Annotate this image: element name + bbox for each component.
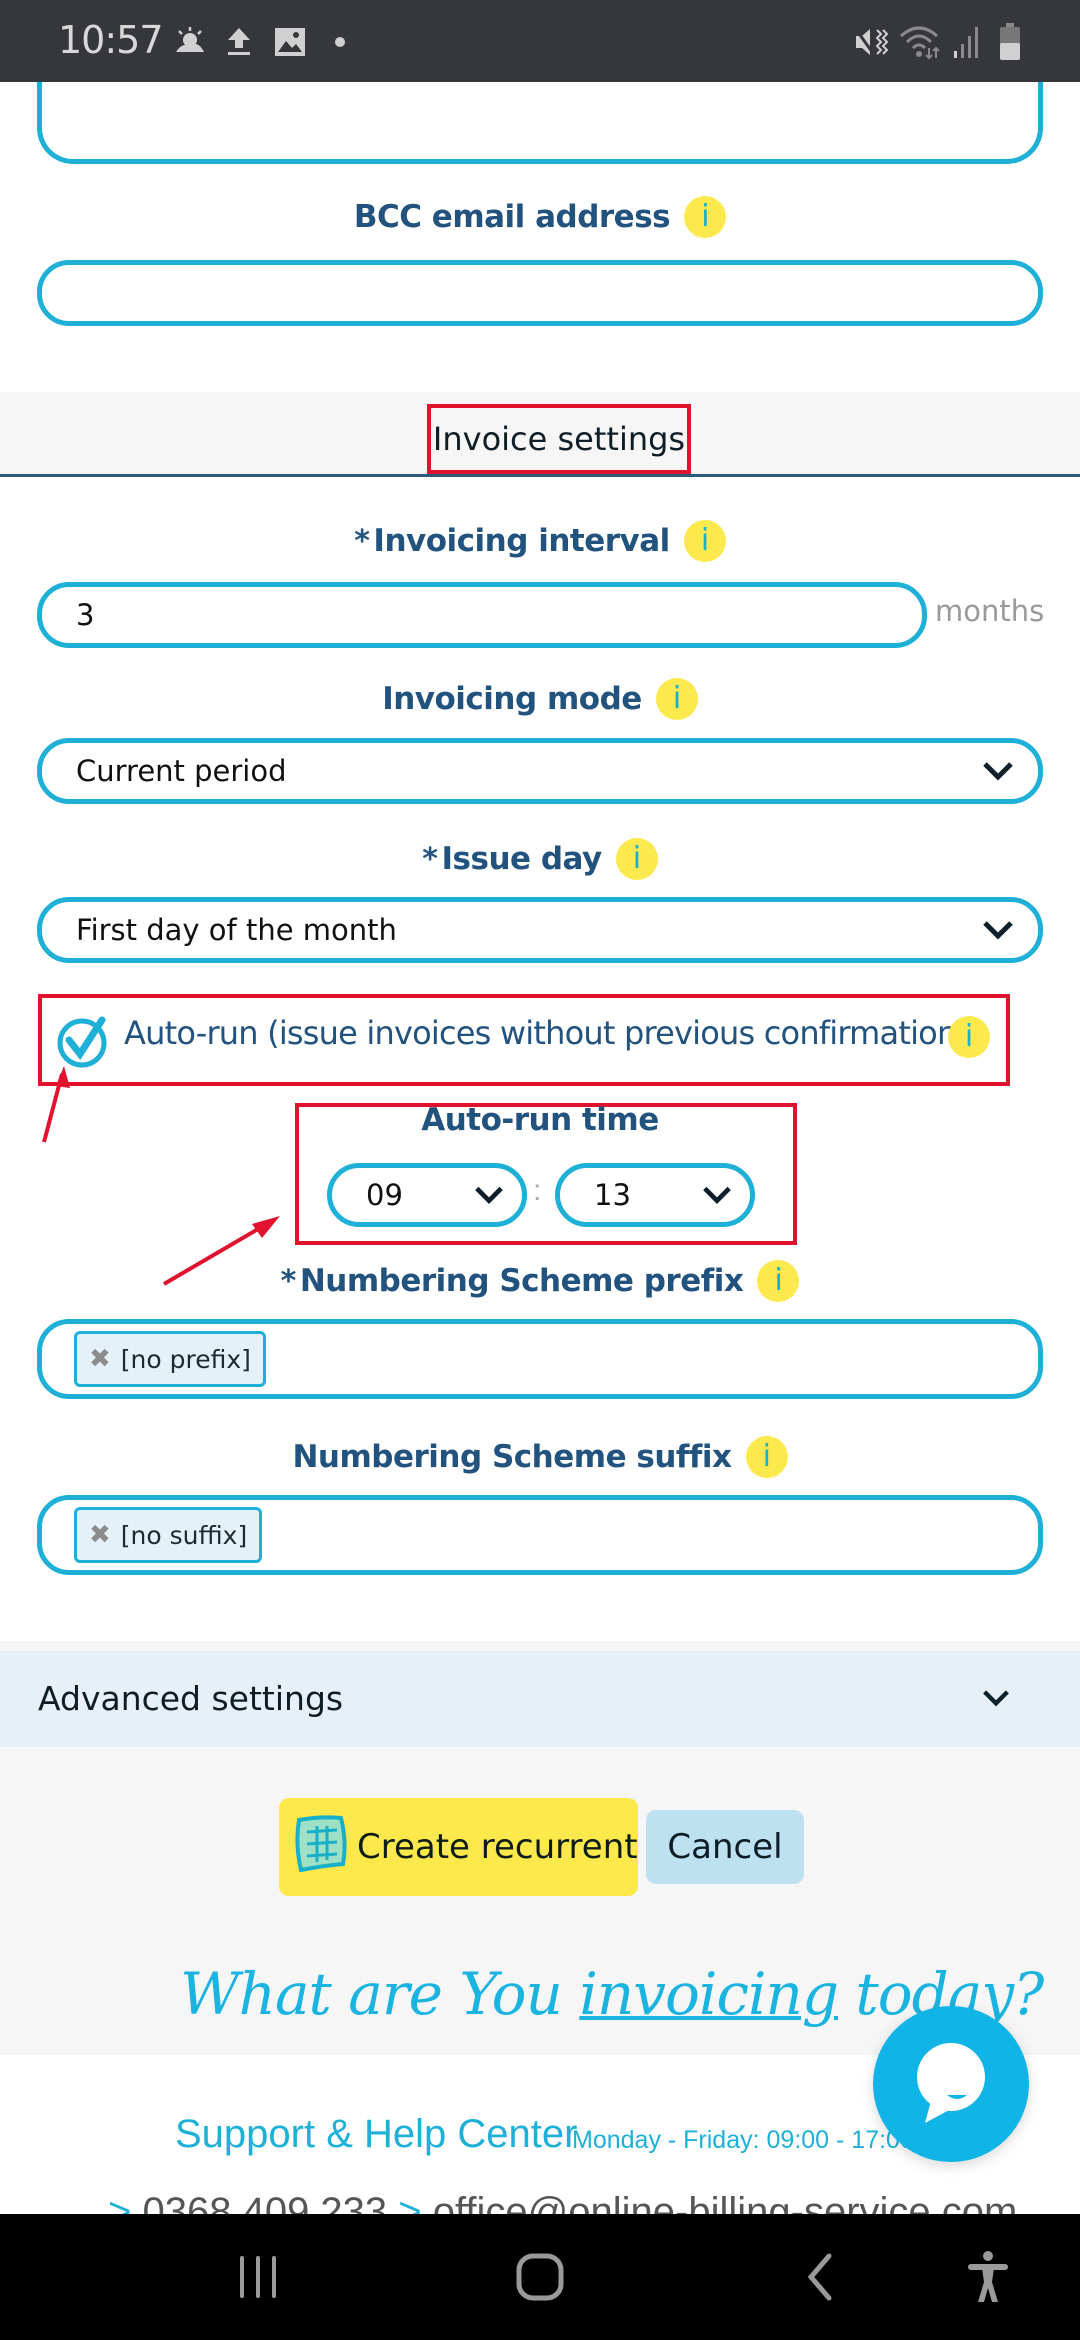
- auto-run-checkbox[interactable]: [56, 1012, 110, 1070]
- auto-run-hour-select[interactable]: 09: [327, 1163, 527, 1227]
- interval-unit: months: [935, 594, 1045, 628]
- bcc-email-label: BCC email address i: [0, 196, 1080, 238]
- info-icon[interactable]: i: [683, 520, 726, 562]
- cancel-button[interactable]: Cancel: [646, 1810, 804, 1884]
- chevron-down-icon: [702, 1178, 732, 1212]
- create-recurrent-button[interactable]: Create recurrent: [279, 1798, 638, 1896]
- info-icon[interactable]: i: [684, 196, 727, 238]
- prefix-tag: ✖ [no prefix]: [74, 1331, 266, 1387]
- phone-link[interactable]: 0368 409 233: [142, 2190, 387, 2214]
- weather-icon: [170, 24, 210, 60]
- chevron-down-icon: [982, 754, 1014, 788]
- page-content: BCC email address i Invoice settings * I…: [0, 82, 1080, 2214]
- invoicing-interval-input[interactable]: 3: [37, 582, 927, 648]
- invoicing-mode-label: Invoicing mode i: [0, 678, 1080, 720]
- invoicing-interval-label: * Invoicing interval i: [0, 520, 1080, 562]
- recent-apps-button[interactable]: [228, 2244, 288, 2310]
- section-divider: [0, 474, 1080, 477]
- issue-day-label: * Issue day i: [0, 838, 1080, 880]
- invoice-settings-header: Invoice settings: [0, 392, 1080, 477]
- required-marker: *: [354, 523, 370, 559]
- numbering-prefix-input[interactable]: ✖ [no prefix]: [37, 1319, 1043, 1399]
- recurrent-invoice-icon: [293, 1814, 349, 1881]
- issue-day-select[interactable]: First day of the month: [37, 897, 1043, 963]
- battery-icon: [996, 23, 1024, 60]
- wifi-icon: [898, 24, 942, 60]
- chat-bubble-icon: [911, 2039, 991, 2130]
- info-icon[interactable]: i: [948, 1016, 990, 1058]
- info-icon[interactable]: i: [745, 1436, 788, 1478]
- advanced-settings-toggle[interactable]: Advanced settings: [0, 1651, 1080, 1747]
- numbering-suffix-input[interactable]: ✖ [no suffix]: [37, 1495, 1043, 1575]
- advanced-settings-label: Advanced settings: [38, 1679, 344, 1718]
- mute-vibrate-icon: [852, 24, 890, 60]
- notification-dot-icon: [330, 24, 350, 60]
- chevron-down-icon: [982, 913, 1014, 947]
- required-marker: *: [422, 841, 438, 877]
- support-hours: Monday - Friday: 09:00 - 17:00: [572, 2126, 914, 2154]
- required-marker: *: [280, 1263, 297, 1299]
- signal-icon: [950, 24, 984, 60]
- invoicing-mode-select[interactable]: Current period: [37, 738, 1043, 804]
- upload-icon: [222, 24, 256, 60]
- info-icon[interactable]: i: [615, 838, 658, 880]
- auto-run-minute-select[interactable]: 13: [555, 1163, 755, 1227]
- remove-tag-icon[interactable]: ✖: [89, 1344, 111, 1374]
- support-help-center-link[interactable]: Support & Help Center: [175, 2112, 577, 2157]
- chevron-down-icon: [982, 1689, 1010, 1712]
- navigation-bar: [0, 2214, 1080, 2340]
- auto-run-time-label: Auto-run time: [421, 1102, 659, 1138]
- email-link[interactable]: office@online-billing-service.com: [433, 2190, 1018, 2214]
- image-icon: [272, 24, 308, 60]
- section-title: Invoice settings: [427, 404, 691, 474]
- numbering-prefix-label: * Numbering Scheme prefix i: [0, 1260, 1080, 1302]
- back-button[interactable]: [790, 2244, 850, 2310]
- remove-tag-icon[interactable]: ✖: [89, 1520, 111, 1550]
- status-time: 10:57: [58, 18, 164, 62]
- home-button[interactable]: [510, 2244, 570, 2310]
- numbering-suffix-label: Numbering Scheme suffix i: [0, 1436, 1080, 1478]
- suffix-tag: ✖ [no suffix]: [74, 1507, 263, 1563]
- status-bar: 10:57: [0, 0, 1080, 82]
- chat-button[interactable]: [873, 2006, 1029, 2162]
- previous-field-input[interactable]: [37, 82, 1043, 164]
- info-icon[interactable]: i: [757, 1260, 800, 1302]
- footer-contact: > 0368 409 233 > office@online-billing-s…: [108, 2190, 1017, 2214]
- accessibility-button[interactable]: [958, 2244, 1018, 2310]
- time-separator: :: [533, 1174, 542, 1207]
- auto-run-label[interactable]: Auto-run (issue invoices without previou…: [124, 1014, 969, 1052]
- bcc-email-input[interactable]: [37, 260, 1043, 326]
- chevron-down-icon: [474, 1178, 504, 1212]
- info-icon[interactable]: i: [655, 678, 698, 720]
